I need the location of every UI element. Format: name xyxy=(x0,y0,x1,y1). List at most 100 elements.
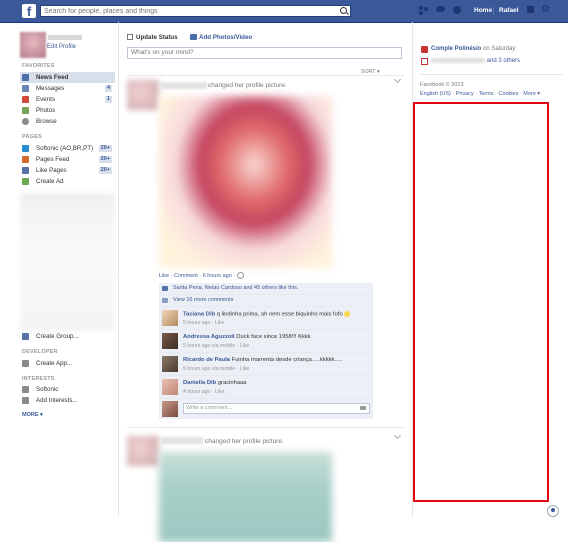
search-input[interactable] xyxy=(41,6,334,16)
story-author-blurred[interactable] xyxy=(161,82,207,89)
sidebar-item-messages[interactable]: Messages 4 xyxy=(20,83,115,94)
others-link[interactable]: and 3 others xyxy=(487,58,520,64)
more-link[interactable]: MORE ▾ xyxy=(22,412,43,418)
comment-item: Taciana Dib q lindinha prima, ah nem ess… xyxy=(159,307,373,330)
app-icon xyxy=(22,360,29,367)
commenter-avatar[interactable] xyxy=(162,379,178,395)
messages-icon[interactable] xyxy=(436,6,446,15)
edit-profile-link[interactable]: Edit Profile xyxy=(47,44,76,50)
commenter-name[interactable]: Andressa Aguzzoli xyxy=(183,334,235,340)
profile-name-blurred[interactable] xyxy=(48,35,82,40)
sidebar-item-label: Like Pages xyxy=(36,167,67,174)
footer-terms-link[interactable]: Terms xyxy=(479,91,494,97)
story-author-blurred[interactable] xyxy=(161,437,203,444)
comment-time[interactable]: 5 hours ago via mobile · Like xyxy=(183,366,249,372)
sidebar-item-label: Add Interests... xyxy=(36,397,78,404)
commenter-name[interactable]: Taciana Dib xyxy=(183,312,215,318)
privacy-shortcuts-icon[interactable] xyxy=(527,6,534,13)
commenter-avatar[interactable] xyxy=(162,356,178,372)
divider xyxy=(127,427,404,428)
comment-item: Andressa Aguzzoli Duck face since 1958!!… xyxy=(159,330,373,353)
count-badge: 20+ xyxy=(98,167,112,174)
commenter-avatar[interactable] xyxy=(162,333,178,349)
status-input[interactable]: What's on your mind? xyxy=(127,47,402,59)
avatar[interactable] xyxy=(20,32,46,58)
friend-name-blurred[interactable] xyxy=(431,58,485,63)
sidebar-item-label: Messages xyxy=(36,85,65,92)
sidebar-item-create-app[interactable]: Create App... xyxy=(20,358,115,369)
gear-icon[interactable]: ⚙ xyxy=(541,4,550,15)
comment-text: q lindinha prima, ah nem esse biquinho m… xyxy=(216,311,343,318)
comment-time[interactable]: 4 hours ago · Like xyxy=(183,389,225,395)
home-link[interactable]: Home xyxy=(474,7,492,14)
count-badge: 20+ xyxy=(98,145,112,152)
update-status-tab[interactable]: Update Status xyxy=(136,34,178,41)
profile-photo[interactable] xyxy=(159,452,332,542)
story-avatar[interactable] xyxy=(127,436,159,466)
notifications-icon[interactable] xyxy=(453,6,463,15)
sidebar-item-news-feed[interactable]: News Feed xyxy=(20,72,115,83)
comment-placeholder: Write a comment... xyxy=(186,405,233,411)
chevron-down-icon[interactable] xyxy=(393,431,402,440)
comment-time[interactable]: 5 hours ago · Like xyxy=(183,320,225,326)
comment-text: gracinhaaa xyxy=(217,380,247,386)
sidebar-item-softonic-page[interactable]: Softonic (AO,BR,PT) 20+ xyxy=(20,143,115,154)
sidebar-item-browse[interactable]: Browse xyxy=(20,116,115,127)
search-icon[interactable] xyxy=(340,7,347,14)
sidebar-item-softonic[interactable]: Softonic xyxy=(20,384,115,395)
globe-icon xyxy=(236,272,244,279)
divider xyxy=(493,6,494,15)
divider xyxy=(127,75,404,76)
interests-heading: INTERESTS xyxy=(22,376,55,382)
news-feed-icon xyxy=(22,74,29,81)
sidebar-item-label: Create Ad xyxy=(36,178,64,185)
footer-language-link[interactable]: English (US) xyxy=(420,91,451,97)
friend-requests-icon[interactable] xyxy=(419,6,429,15)
pages-feed-icon xyxy=(22,156,29,163)
likes-summary[interactable]: Sarita Pena, Netao Cardoso and 45 others… xyxy=(173,285,298,291)
event-date: on Saturday xyxy=(481,46,516,52)
profile-photo[interactable] xyxy=(159,96,332,268)
gift-icon xyxy=(421,58,428,65)
avatar xyxy=(162,401,178,417)
user-profile-link[interactable]: Rafael xyxy=(499,7,519,14)
footer-more-link[interactable]: More ▾ xyxy=(523,91,540,97)
sidebar-item-label: Photos xyxy=(36,107,56,114)
comment-time[interactable]: 5 hours ago via mobile · Like xyxy=(183,343,249,349)
sidebar-item-pages-feed[interactable]: Pages Feed 20+ xyxy=(20,154,115,165)
add-photos-tab[interactable]: Add Photos/Video xyxy=(199,34,252,41)
like-comment-links[interactable]: Like · Comment · 6 hours ago · xyxy=(159,273,237,279)
footer-cookies-link[interactable]: Cookies xyxy=(498,91,518,97)
story-avatar[interactable] xyxy=(127,80,159,110)
footer-privacy-link[interactable]: Privacy xyxy=(456,91,474,97)
commenter-avatar[interactable] xyxy=(162,310,178,326)
sidebar-item-photos[interactable]: Photos xyxy=(20,105,115,116)
sidebar-item-events[interactable]: Events 1 xyxy=(20,94,115,105)
footer-links: English (US) · Privacy · Terms · Cookies… xyxy=(420,91,541,97)
chat-icon[interactable] xyxy=(547,505,559,517)
event-link[interactable]: Comple Polinésio xyxy=(431,46,481,52)
camera-icon[interactable] xyxy=(360,406,366,410)
facebook-logo[interactable]: f xyxy=(22,4,36,19)
view-more-comments-link[interactable]: View 16 more comments xyxy=(173,297,233,303)
commenter-name[interactable]: Ricardo de Paula xyxy=(183,357,230,363)
sidebar-item-label: Softonic xyxy=(36,386,59,393)
blurred-groups-list xyxy=(20,193,115,331)
story-action: changed her profile picture. xyxy=(205,438,284,445)
sidebar-item-create-group[interactable]: Create Group... xyxy=(20,331,115,342)
commenter-name[interactable]: Daniella Dib xyxy=(183,380,216,386)
birthday-reminder: and 3 others xyxy=(431,58,520,64)
softonic-icon xyxy=(22,145,29,152)
left-sidebar: Edit Profile FAVORITES News Feed Message… xyxy=(0,22,119,517)
events-icon xyxy=(22,96,29,103)
comment-item: Daniella Dib gracinhaaa 4 hours ago · Li… xyxy=(159,376,373,399)
sidebar-item-add-interests[interactable]: Add Interests... xyxy=(20,395,115,406)
count-badge: 1 xyxy=(104,96,112,103)
sidebar-item-create-ad[interactable]: Create Ad xyxy=(20,176,115,187)
view-more-row: View 16 more comments xyxy=(159,295,373,307)
sidebar-item-like-pages[interactable]: Like Pages 20+ xyxy=(20,165,115,176)
messages-icon xyxy=(22,85,29,92)
comment-input[interactable]: Write a comment... xyxy=(183,403,370,414)
chevron-down-icon[interactable] xyxy=(393,75,402,84)
search-box[interactable] xyxy=(40,5,351,17)
